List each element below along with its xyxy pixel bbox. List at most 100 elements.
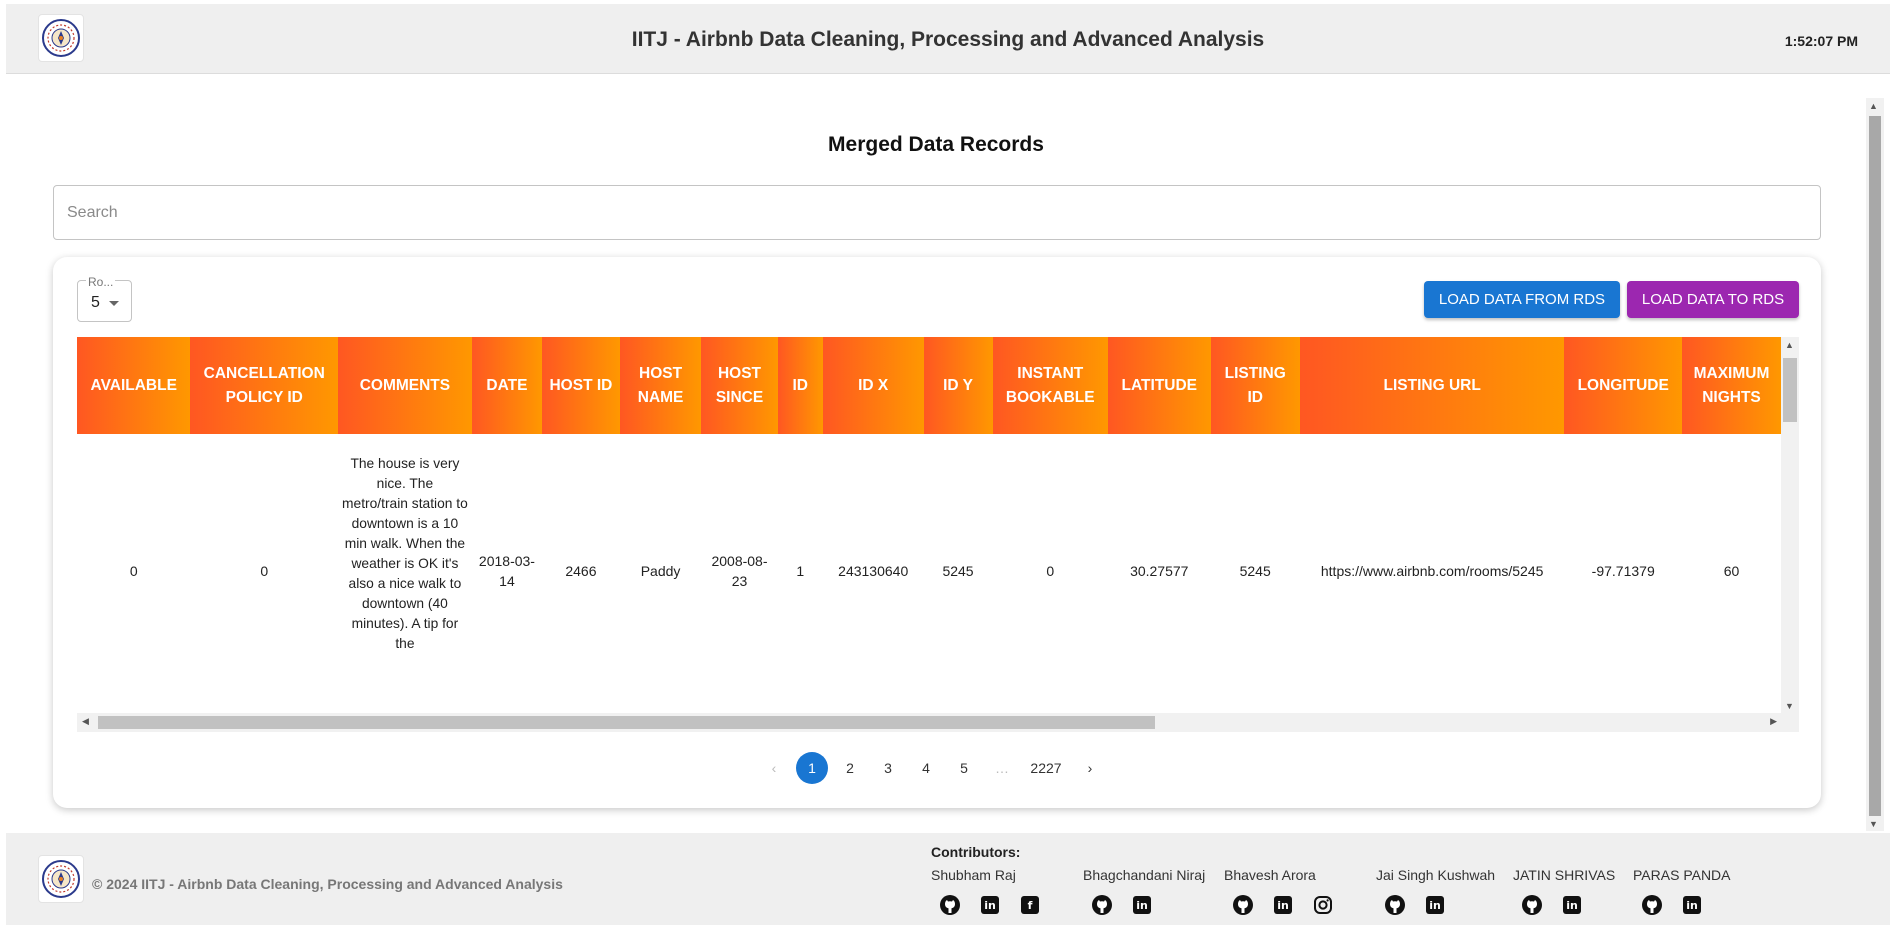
column-header-cancellation-policy-id[interactable]: CANCELLATION POLICY ID — [190, 337, 338, 434]
rows-per-page-label: Ro... — [86, 275, 116, 289]
table-cell-comment: The house is very nice. The metro/train … — [342, 456, 468, 651]
scroll-right-icon[interactable]: ▶ — [1770, 716, 1777, 727]
contributor-jatin-shrivas: JATIN SHRIVAS in — [1513, 867, 1615, 916]
github-icon[interactable] — [939, 894, 961, 916]
table-vertical-scrollbar[interactable]: ▲ ▼ — [1781, 337, 1799, 713]
table-header-row: AVAILABLE CANCELLATION POLICY ID COMMENT… — [77, 337, 1781, 434]
linkedin-icon[interactable]: in — [1424, 894, 1446, 916]
linkedin-icon[interactable]: in — [1131, 894, 1153, 916]
copyright-text: © 2024 IITJ - Airbnb Data Cleaning, Proc… — [92, 876, 563, 892]
page-button-3[interactable]: 3 — [872, 752, 904, 784]
facebook-icon[interactable]: f — [1019, 894, 1041, 916]
column-header-id-x[interactable]: ID X — [822, 337, 924, 434]
instagram-icon[interactable] — [1312, 894, 1334, 916]
page-button-1[interactable]: 1 — [796, 752, 828, 784]
contributor-name: PARAS PANDA — [1633, 867, 1731, 883]
scroll-up-icon[interactable]: ▲ — [1785, 340, 1794, 350]
table-cell: 243130640 — [838, 562, 909, 579]
table-cell: -97.71379 — [1591, 562, 1655, 579]
pagination-ellipsis: … — [995, 760, 1009, 776]
column-header-listing-url[interactable]: LISTING URL — [1299, 337, 1565, 434]
github-icon[interactable] — [1091, 894, 1113, 916]
table-cell: 0 — [129, 562, 138, 579]
page-title: Merged Data Records — [828, 133, 1044, 156]
previous-page-button[interactable]: ‹ — [758, 752, 790, 784]
table-cell: 0 — [260, 562, 269, 579]
load-data-to-rds-button[interactable]: LOAD DATA TO RDS — [1627, 281, 1799, 318]
table-cell: 5245 — [1239, 562, 1271, 579]
scroll-left-icon[interactable]: ◀ — [82, 716, 89, 727]
table-vertical-scrollbar-thumb[interactable] — [1783, 358, 1797, 422]
contributor-paras-panda: PARAS PANDA in — [1633, 867, 1731, 916]
column-header-instant-bookable[interactable]: INSTANT BOOKABLE — [992, 337, 1109, 434]
column-header-date[interactable]: DATE — [471, 337, 543, 434]
pagination: ‹ 1 2 3 4 5 … 2227 › — [53, 752, 1821, 784]
table-horizontal-scrollbar-thumb[interactable] — [98, 716, 1155, 729]
page-button-4[interactable]: 4 — [910, 752, 942, 784]
column-header-listing-id[interactable]: LISTING ID — [1210, 337, 1300, 434]
column-header-longitude[interactable]: LONGITUDE — [1564, 337, 1682, 434]
page-scrollbar-thumb[interactable] — [1869, 116, 1881, 816]
column-header-comments[interactable]: COMMENTS — [338, 337, 472, 434]
linkedin-icon[interactable]: in — [1561, 894, 1583, 916]
table-cell: 5245 — [942, 562, 974, 579]
contributor-bhavesh-arora: Bhavesh Arora in — [1224, 867, 1334, 916]
linkedin-icon[interactable]: in — [1681, 894, 1703, 916]
github-icon[interactable] — [1521, 894, 1543, 916]
column-header-latitude[interactable]: LATITUDE — [1108, 337, 1211, 434]
table-cell: 1 — [796, 562, 805, 579]
table-cell: Paddy — [640, 562, 681, 579]
scroll-up-icon[interactable]: ▲ — [1869, 101, 1878, 111]
search-input[interactable] — [53, 185, 1821, 240]
contributor-name: Shubham Raj — [931, 867, 1016, 883]
github-icon[interactable] — [1384, 894, 1406, 916]
github-icon[interactable] — [1641, 894, 1663, 916]
contributors-title: Contributors: — [931, 844, 1021, 860]
rows-per-page-select[interactable]: Ro... 5 — [77, 275, 132, 322]
chevron-down-icon — [109, 301, 119, 306]
contributor-bhagchandani-niraj: Bhagchandani Niraj in — [1083, 867, 1205, 916]
table-cell: https://www.airbnb.com/rooms/5245 — [1320, 562, 1544, 579]
column-header-id-y[interactable]: ID Y — [923, 337, 993, 434]
column-header-host-id[interactable]: HOST ID — [542, 337, 620, 434]
load-data-from-rds-button[interactable]: LOAD DATA FROM RDS — [1424, 281, 1620, 318]
table-horizontal-scrollbar[interactable]: ◀ ▶ — [77, 713, 1799, 732]
table-cell: 0 — [1046, 562, 1055, 579]
contributor-name: Bhagchandani Niraj — [1083, 867, 1206, 883]
table-cell: 2466 — [565, 562, 597, 579]
data-table-card: Ro... 5 LOAD DATA FROM RDS LOAD DATA TO … — [53, 257, 1821, 808]
contributor-name: Jai Singh Kushwah — [1376, 867, 1496, 883]
column-header-available[interactable]: AVAILABLE — [77, 337, 191, 434]
next-page-button[interactable]: › — [1074, 752, 1106, 784]
table-cell: 30.27577 — [1130, 562, 1189, 579]
scroll-down-icon[interactable]: ▼ — [1785, 701, 1794, 711]
scroll-down-icon[interactable]: ▼ — [1869, 819, 1878, 829]
page-button-2[interactable]: 2 — [834, 752, 866, 784]
contributor-jai-singh-kushwah: Jai Singh Kushwah in — [1376, 867, 1495, 916]
app-header: IITJ - Airbnb Data Cleaning, Processing … — [6, 4, 1890, 74]
linkedin-icon[interactable]: in — [979, 894, 1001, 916]
column-header-host-since[interactable]: HOST SINCE — [701, 337, 778, 434]
column-header-host-name[interactable]: HOST NAME — [619, 337, 702, 434]
data-table-viewport: AVAILABLE CANCELLATION POLICY ID COMMENT… — [77, 337, 1781, 707]
page-button-last[interactable]: 2227 — [1024, 752, 1068, 784]
clock: 1:52:07 PM — [1784, 33, 1858, 49]
page-button-5[interactable]: 5 — [948, 752, 980, 784]
table-row: 0 0 The house is very nice. The metro/tr… — [77, 434, 1781, 707]
page-scrollbar[interactable]: ▲ ▼ — [1866, 98, 1884, 831]
contributor-name: JATIN SHRIVAS — [1513, 867, 1616, 883]
contributor-shubham-raj: Shubham Raj in f — [931, 867, 1041, 916]
footer: © 2024 IITJ - Airbnb Data Cleaning, Proc… — [6, 833, 1890, 925]
institute-seal-icon — [38, 855, 84, 903]
rows-per-page-value: 5 — [91, 294, 100, 311]
table-cell: 60 — [1723, 562, 1740, 579]
table-cell: 2018-03-14 — [478, 552, 535, 589]
linkedin-icon[interactable]: in — [1272, 894, 1294, 916]
contributor-name: Bhavesh Arora — [1224, 867, 1316, 883]
github-icon[interactable] — [1232, 894, 1254, 916]
column-header-id[interactable]: ID — [777, 337, 823, 434]
app-title: IITJ - Airbnb Data Cleaning, Processing … — [631, 28, 1265, 51]
table-cell: 2008-08-23 — [711, 552, 768, 589]
column-header-maximum-nights[interactable]: MAXIMUM NIGHTS — [1681, 337, 1781, 434]
data-table: AVAILABLE CANCELLATION POLICY ID COMMENT… — [77, 337, 1781, 707]
